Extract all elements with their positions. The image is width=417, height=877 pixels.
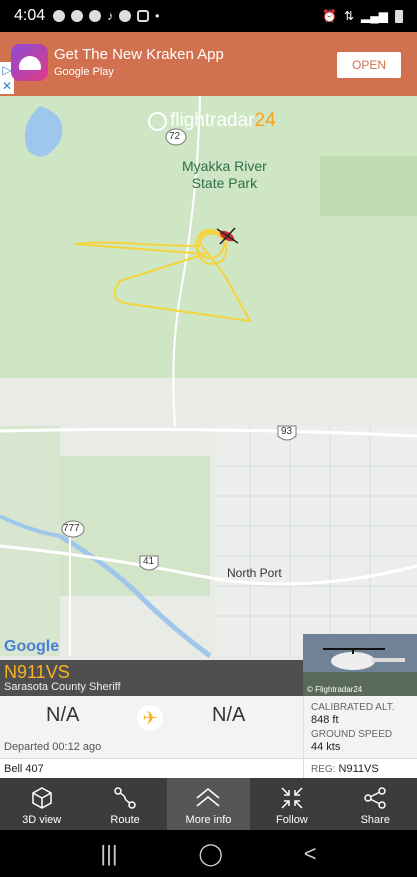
park-area bbox=[0, 96, 417, 378]
follow-label: Follow bbox=[275, 814, 308, 826]
route-button[interactable]: Route bbox=[83, 778, 166, 830]
google-attribution-logo: Google bbox=[4, 638, 59, 656]
ad-banner[interactable]: ▷ ✕ Get The New Kraken App Google Play OP… bbox=[0, 32, 417, 96]
registration-label: REG: bbox=[311, 764, 336, 775]
airplane-icon: ✈ bbox=[137, 705, 163, 731]
ad-subtitle: Google Play bbox=[54, 66, 114, 78]
attribution-text: Google bbox=[4, 638, 60, 655]
stats-panel: CALIBRATED ALT. 848 ft GROUND SPEED 44 k… bbox=[303, 696, 417, 758]
recent-apps-icon[interactable]: ||| bbox=[100, 841, 117, 867]
more-info-button[interactable]: More info bbox=[166, 778, 251, 830]
route-label: Route bbox=[110, 814, 140, 826]
departed-time: Departed 00:12 ago bbox=[4, 741, 102, 753]
bottom-toolbar: 3D view Route More info Follow Share bbox=[0, 778, 417, 830]
notification-icon bbox=[71, 10, 84, 22]
system-icons: ⏰ ⇅ ▂▄▆ bbox=[322, 9, 403, 23]
home-icon[interactable]: ◯ bbox=[198, 841, 223, 867]
app-root: 4:04 ♪ • ⏰ ⇅ ▂▄▆ ▷ ✕ Get The New Kraken A… bbox=[0, 0, 417, 877]
park-label-line1: Myakka River bbox=[182, 158, 267, 174]
3d-view-button[interactable]: 3D view bbox=[0, 778, 83, 830]
notification-icon bbox=[89, 10, 102, 22]
ad-open-button[interactable]: OPEN bbox=[337, 52, 401, 78]
park-label: Myakka River State Park bbox=[182, 158, 267, 192]
route-icon bbox=[114, 787, 136, 809]
road-shield-label: 777 bbox=[63, 523, 80, 534]
urban-area bbox=[215, 426, 417, 656]
flight-header[interactable]: N911VS Sarasota County Sheriff bbox=[0, 660, 303, 696]
park-area bbox=[320, 156, 417, 216]
collapse-arrows-icon bbox=[281, 787, 303, 809]
callsign: N911VS bbox=[4, 662, 70, 682]
tiktok-icon: ♪ bbox=[107, 9, 114, 23]
share-button[interactable]: Share bbox=[334, 778, 417, 830]
notification-icon bbox=[53, 10, 66, 22]
city-label: North Port bbox=[227, 566, 282, 580]
more-info-label: More info bbox=[185, 814, 232, 826]
logo-suffix: 24 bbox=[254, 110, 276, 131]
calibrated-alt-value: 848 ft bbox=[311, 714, 339, 726]
registration: REG: N911VS bbox=[311, 763, 379, 775]
instagram-icon bbox=[137, 10, 150, 22]
network-icon: ⇅ bbox=[343, 9, 355, 23]
more-dot-icon: • bbox=[155, 9, 160, 23]
system-nav-bar: ||| ◯ < bbox=[0, 830, 417, 877]
origin-airport: N/A bbox=[46, 704, 80, 726]
calibrated-alt-label: CALIBRATED ALT. bbox=[311, 702, 395, 713]
aircraft-info-row: Bell 407 REG: N911VS bbox=[0, 758, 417, 779]
road-shield-label: 41 bbox=[143, 556, 155, 567]
operator: Sarasota County Sheriff bbox=[4, 681, 121, 693]
battery-icon bbox=[395, 9, 403, 23]
kraken-app-icon bbox=[11, 44, 48, 81]
ground-speed-label: GROUND SPEED bbox=[311, 729, 393, 740]
green-area bbox=[0, 426, 60, 656]
alarm-icon: ⏰ bbox=[322, 9, 337, 23]
destination-airport: N/A bbox=[212, 704, 246, 726]
chevron-up-icon bbox=[196, 788, 220, 807]
route-panel: N/A ✈ N/A Departed 00:12 ago bbox=[0, 696, 303, 758]
notification-icons: ♪ • bbox=[53, 9, 159, 23]
divider bbox=[303, 759, 304, 779]
status-time: 4:04 bbox=[14, 7, 46, 24]
share-label: Share bbox=[360, 814, 390, 826]
aircraft-type: Bell 407 bbox=[4, 763, 44, 775]
ad-text: Get The New Kraken App Google Play bbox=[54, 46, 224, 78]
flightradar-logo: flightradar 24 bbox=[148, 110, 276, 132]
aircraft-photo[interactable]: © Flightradar24 bbox=[303, 634, 417, 696]
photo-credit: © Flightradar24 bbox=[307, 685, 363, 694]
ad-title: Get The New Kraken App bbox=[54, 46, 224, 63]
back-icon[interactable]: < bbox=[304, 841, 317, 867]
logo-main: flightradar bbox=[170, 110, 255, 131]
share-icon bbox=[364, 787, 386, 809]
cube-icon bbox=[31, 787, 52, 809]
3d-view-label: 3D view bbox=[22, 814, 62, 826]
map-view[interactable]: 72 93 777 41 flightradar 24 Myakka River … bbox=[0, 96, 417, 660]
ground-speed-value: 44 kts bbox=[311, 741, 341, 753]
road-shield-label: 72 bbox=[169, 131, 181, 142]
facebook-icon bbox=[119, 10, 132, 22]
signal-icon: ▂▄▆ bbox=[361, 9, 388, 23]
registration-value: N911VS bbox=[338, 763, 379, 775]
follow-button[interactable]: Follow bbox=[250, 778, 333, 830]
park-label-line2: State Park bbox=[191, 175, 258, 191]
road-shield-label: 93 bbox=[281, 426, 293, 437]
radar-icon bbox=[148, 111, 167, 131]
status-bar: 4:04 ♪ • ⏰ ⇅ ▂▄▆ bbox=[0, 0, 417, 32]
